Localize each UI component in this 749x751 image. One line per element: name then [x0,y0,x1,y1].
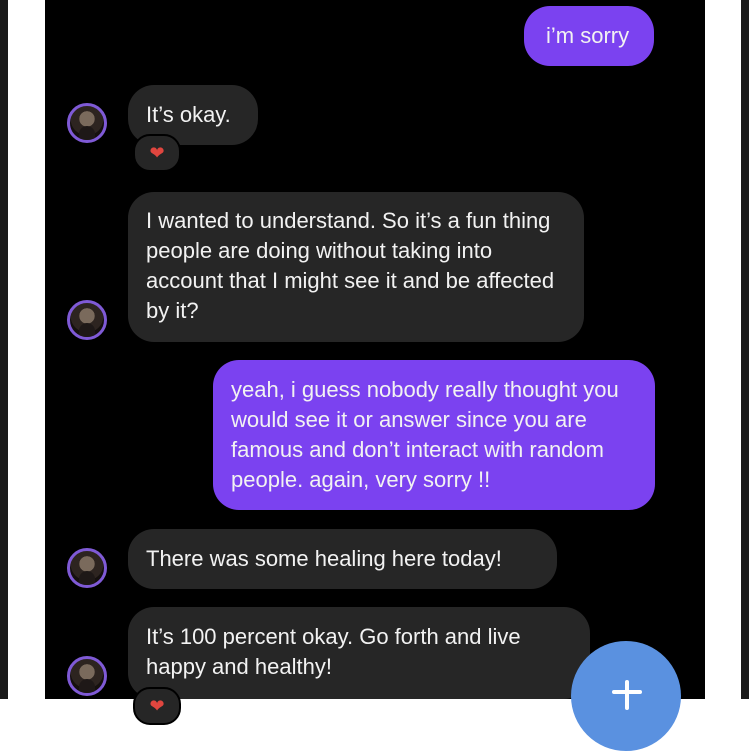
left-frame [0,0,8,699]
contact-avatar[interactable] [67,103,107,143]
message-text: I wanted to understand. So it’s a fun th… [146,208,555,323]
heart-reaction[interactable]: ❤ [133,687,181,725]
contact-avatar[interactable] [67,300,107,340]
message-text: There was some healing here today! [146,546,502,571]
contact-avatar[interactable] [67,548,107,588]
plus-icon [625,680,629,710]
sent-message[interactable]: i’m sorry [524,6,654,66]
received-message[interactable]: It’s 100 percent okay. Go forth and live… [128,607,590,699]
contact-avatar[interactable] [67,656,107,696]
sent-message[interactable]: yeah, i guess nobody really thought you … [213,360,655,510]
message-text: yeah, i guess nobody really thought you … [231,377,619,492]
message-text: It’s okay. [146,102,231,127]
heart-icon: ❤ [149,142,165,163]
message-text: i’m sorry [546,23,630,48]
received-message[interactable]: There was some healing here today! [128,529,557,589]
received-message[interactable]: I wanted to understand. So it’s a fun th… [128,192,584,342]
plus-icon-bar [612,690,642,694]
right-frame [741,0,749,699]
heart-reaction[interactable]: ❤ [133,134,181,172]
message-text: It’s 100 percent okay. Go forth and live… [146,624,521,679]
